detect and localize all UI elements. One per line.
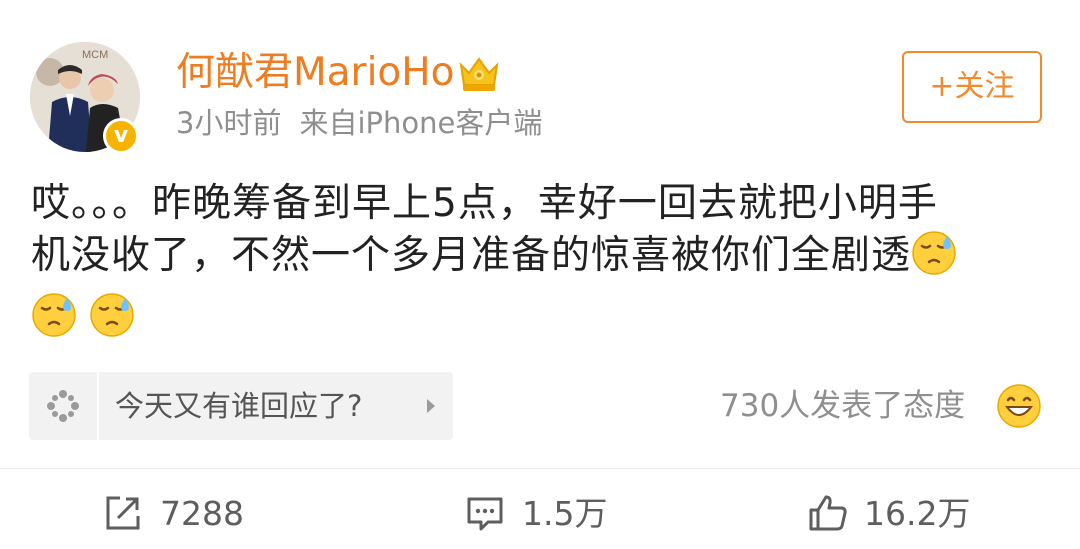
comment-count: 1.5万 [522,494,608,533]
comment-icon [467,497,503,531]
post-content: 哎。。。昨晚筹备到早上5点，幸好一回去就把小明手 机没收了，不然一个多月准备的惊… [31,178,1041,344]
avatar-logo-text: MCM [82,49,108,61]
thumbs-up-icon [809,495,847,531]
post-text-line-2: 机没收了，不然一个多月准备的惊喜被你们全剧透 [31,230,1041,282]
divider [0,468,1080,469]
repost-button[interactable]: 7288 [104,490,264,538]
crown-vip-icon[interactable] [457,53,501,93]
comment-button[interactable]: 1.5万 [466,490,626,538]
post-emoji-line [31,292,1041,344]
post-time: 3小时前 [176,106,282,140]
reply-prompt-text: 今天又有谁回应了? [115,389,363,423]
repost-count: 7288 [160,494,244,533]
username[interactable]: 何猷君MarioHo [176,50,454,96]
grin-emoji-icon[interactable] [996,383,1042,429]
sweat-emoji-icon [32,293,76,337]
verified-badge-icon: v [103,118,139,154]
post-text-line-2-text: 机没收了，不然一个多月准备的惊喜被你们全剧透 [31,233,912,278]
repost-icon [106,496,140,530]
sweat-emoji-icon [90,293,134,337]
chevron-right-icon [427,399,435,413]
sweat-emoji-icon [912,231,956,275]
post-meta: 3小时前 来自iPhone客户端 [176,105,542,141]
post-text-line-1: 哎。。。昨晚筹备到早上5点，幸好一回去就把小明手 [31,181,938,226]
like-count: 16.2万 [864,494,971,533]
sparkle-icon [47,390,79,422]
follow-button[interactable]: +关注 [902,51,1042,123]
reply-prompt-bar[interactable]: 今天又有谁回应了? [29,372,453,440]
post-header: MCM v 何猷君MarioHo 3小时前 来自iPhone客户端 +关注 [0,0,1080,160]
reactions-summary[interactable]: 730人发表了态度 [720,386,965,426]
post-source[interactable]: 来自iPhone客户端 [299,106,542,140]
like-button[interactable]: 16.2万 [808,490,988,538]
reply-icon-box [29,372,99,440]
